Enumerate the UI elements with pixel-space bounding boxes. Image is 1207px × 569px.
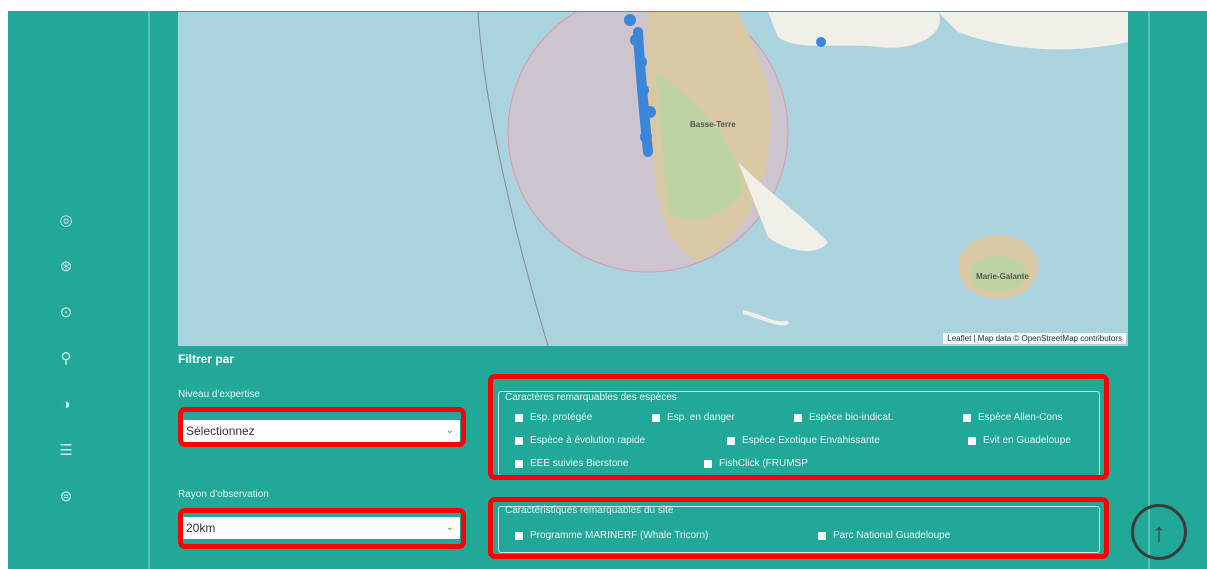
sidebar-list-icon[interactable]: ☰ bbox=[54, 439, 78, 463]
sidebar-home-icon[interactable]: ◎ bbox=[54, 209, 78, 233]
map-label-basse-terre: Basse-Terre bbox=[690, 120, 736, 129]
arrow-up-circle-icon: ↑ bbox=[1152, 516, 1166, 547]
scroll-to-top-button[interactable]: ↑ bbox=[1131, 504, 1187, 560]
sidebar-map-icon[interactable]: ◑ bbox=[54, 393, 78, 417]
sidebar-divider bbox=[148, 11, 150, 569]
sidebar-search-icon[interactable]: ⊙ bbox=[54, 301, 78, 325]
map-canvas bbox=[477, 12, 1128, 346]
highlight-expertise bbox=[178, 407, 466, 447]
sidebar-nav: ◎ ⊛ ⊙ ⚲ ◑ ☰ ⊜ bbox=[54, 209, 78, 531]
expertise-label: Niveau d'expertise bbox=[178, 389, 260, 400]
radius-label: Rayon d'observation bbox=[178, 489, 269, 500]
observation-map[interactable]: Basse-Terre Marie-Galante Leaflet | Map … bbox=[178, 12, 1128, 346]
highlight-radius bbox=[178, 508, 466, 549]
map-label-marie-galante: Marie-Galante bbox=[976, 272, 1029, 281]
sidebar-settings-icon[interactable]: ⊜ bbox=[54, 485, 78, 509]
sidebar-species-icon[interactable]: ⚲ bbox=[54, 347, 78, 371]
map-attribution[interactable]: Leaflet | Map data © OpenStreetMap contr… bbox=[943, 333, 1126, 344]
right-divider bbox=[1148, 11, 1150, 569]
filter-title: Filtrer par bbox=[178, 352, 235, 366]
sidebar-stats-icon[interactable]: ⊛ bbox=[54, 255, 78, 279]
highlight-species-group bbox=[488, 374, 1109, 480]
highlight-site-group bbox=[488, 497, 1109, 559]
